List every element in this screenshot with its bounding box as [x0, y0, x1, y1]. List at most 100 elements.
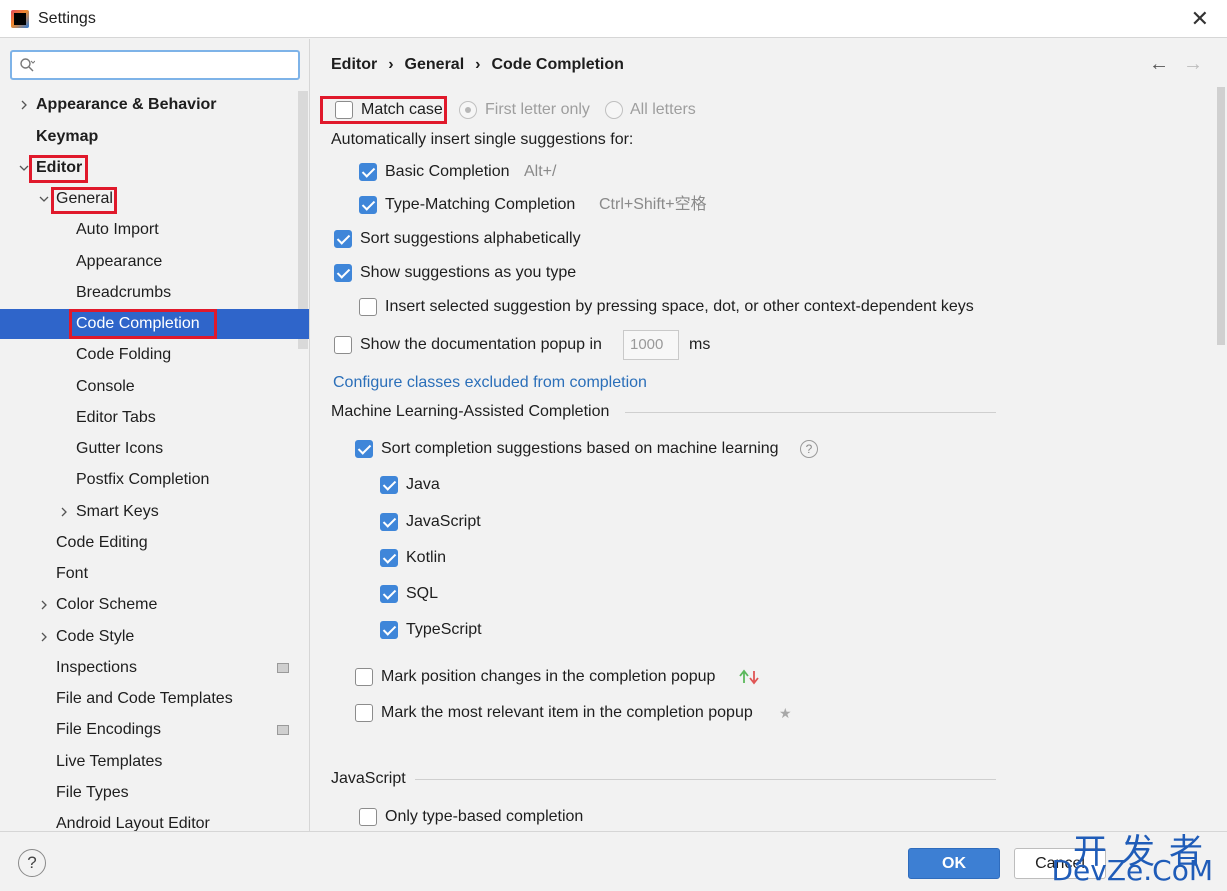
sidebar-item-label: Live Templates	[56, 753, 163, 770]
help-icon[interactable]: ?	[800, 440, 818, 458]
typescript-checkbox[interactable]	[380, 621, 398, 639]
ml-sort-row: Sort completion suggestions based on mac…	[355, 437, 955, 461]
java-checkbox[interactable]	[380, 476, 398, 494]
configure-excluded-link[interactable]: Configure classes excluded from completi…	[333, 371, 647, 395]
show-as-type-row: Show suggestions as you type	[334, 261, 734, 285]
sidebar-item-color-scheme[interactable]: Color Scheme	[0, 590, 296, 620]
lang-sql-row: SQL	[380, 582, 580, 606]
sidebar-item-file-encodings[interactable]: File Encodings	[0, 715, 296, 745]
only-type-based-checkbox[interactable]	[359, 808, 377, 826]
sidebar-item-label: Console	[76, 378, 135, 395]
only-type-based-label: Only type-based completion	[385, 808, 584, 825]
sidebar-item-label: File and Code Templates	[56, 690, 233, 707]
sidebar-item-label: File Types	[56, 784, 129, 801]
show-doc-row: Show the documentation popup in	[334, 333, 834, 357]
ml-sort-checkbox[interactable]	[355, 440, 373, 458]
show-as-type-checkbox[interactable]	[334, 264, 352, 282]
sidebar-item-code-editing[interactable]: Code Editing	[0, 528, 296, 558]
sidebar-item-label: Appearance & Behavior	[36, 96, 217, 113]
sidebar-item-label: Android Layout Editor	[56, 815, 210, 831]
chevron-right-icon	[21, 100, 27, 110]
basic-completion-checkbox[interactable]	[359, 163, 377, 181]
sidebar-item-code-style[interactable]: Code Style	[0, 622, 296, 652]
sidebar-item-label: Code Editing	[56, 534, 148, 551]
project-scope-icon	[277, 663, 289, 673]
mark-position-row: Mark position changes in the completion …	[355, 665, 955, 689]
sidebar-item-auto-import[interactable]: Auto Import	[0, 215, 296, 245]
section-divider	[415, 779, 996, 780]
sql-label: SQL	[406, 585, 439, 602]
sidebar-item-live-templates[interactable]: Live Templates	[0, 747, 296, 777]
sidebar-item-inspections[interactable]: Inspections	[0, 653, 296, 683]
sidebar-item-label: Breadcrumbs	[76, 284, 172, 301]
type-matching-checkbox[interactable]	[359, 196, 377, 214]
star-icon: ★	[779, 705, 792, 721]
sidebar-item-editor-tabs[interactable]: Editor Tabs	[0, 403, 296, 433]
sidebar-item-code-folding[interactable]: Code Folding	[0, 340, 296, 370]
lang-typescript-row: TypeScript	[380, 618, 580, 642]
kotlin-label: Kotlin	[406, 549, 447, 566]
back-arrow-icon[interactable]: ←	[1149, 53, 1169, 76]
sql-checkbox[interactable]	[380, 585, 398, 603]
ml-section-title: Machine Learning-Assisted Completion	[331, 403, 610, 420]
close-icon[interactable]: ✕	[1191, 6, 1209, 32]
type-matching-shortcut: Ctrl+Shift+空格	[599, 196, 707, 213]
sidebar-item-keymap[interactable]: Keymap	[0, 122, 296, 152]
highlight-box-editor	[29, 155, 88, 183]
sidebar-item-file-code-templates[interactable]: File and Code Templates	[0, 684, 296, 714]
mark-relevant-checkbox[interactable]	[355, 704, 373, 722]
content-scrollbar[interactable]	[1217, 87, 1225, 345]
insert-selected-label: Insert selected suggestion by pressing s…	[385, 298, 974, 315]
highlight-box-code-completion	[69, 309, 217, 339]
sidebar-item-appearance-behavior[interactable]: Appearance & Behavior	[0, 90, 296, 120]
sidebar-item-label: Gutter Icons	[76, 440, 164, 457]
sidebar-item-android-layout-editor[interactable]: Android Layout Editor	[0, 809, 296, 831]
sidebar-item-label: Editor Tabs	[76, 409, 156, 426]
title-bar: Settings ✕	[0, 0, 1227, 38]
sidebar-item-smart-keys[interactable]: Smart Keys	[0, 497, 296, 527]
breadcrumb-general[interactable]: General	[405, 56, 465, 73]
intellij-app-icon	[11, 10, 29, 28]
help-button[interactable]: ?	[18, 849, 46, 877]
mark-position-checkbox[interactable]	[355, 668, 373, 686]
sidebar-item-label: Postfix Completion	[76, 471, 210, 488]
chevron-right-icon	[41, 600, 47, 610]
insert-selected-checkbox[interactable]	[359, 298, 377, 316]
search-icon	[20, 58, 35, 72]
sort-alpha-checkbox[interactable]	[334, 230, 352, 248]
type-matching-row: Type-Matching Completion Ctrl+Shift+空格	[359, 193, 859, 217]
show-doc-checkbox[interactable]	[334, 336, 352, 354]
breadcrumb-editor[interactable]: Editor	[331, 56, 377, 73]
typescript-label: TypeScript	[406, 621, 482, 638]
all-letters-radio[interactable]	[605, 101, 623, 119]
sort-alpha-row: Sort suggestions alphabetically	[334, 227, 734, 251]
doc-popup-delay-input[interactable]: 1000	[623, 330, 679, 360]
breadcrumb: Editor › General › Code Completion	[331, 56, 624, 74]
kotlin-checkbox[interactable]	[380, 549, 398, 567]
only-type-based-row: Only type-based completion	[359, 805, 759, 829]
sidebar-item-label: Auto Import	[76, 221, 159, 238]
show-as-type-label: Show suggestions as you type	[360, 264, 577, 281]
sidebar-item-appearance[interactable]: Appearance	[0, 247, 296, 277]
sidebar-item-breadcrumbs[interactable]: Breadcrumbs	[0, 278, 296, 308]
sidebar-item-console[interactable]: Console	[0, 372, 296, 402]
sidebar-item-label: Code Style	[56, 628, 135, 645]
javascript-checkbox[interactable]	[380, 513, 398, 531]
sidebar-item-font[interactable]: Font	[0, 559, 296, 589]
chevron-down-icon	[39, 196, 49, 202]
basic-completion-label: Basic Completion	[385, 163, 510, 180]
sidebar-item-gutter-icons[interactable]: Gutter Icons	[0, 434, 296, 464]
sidebar-item-label: Font	[56, 565, 89, 582]
forward-arrow-icon[interactable]: →	[1183, 53, 1203, 76]
js-section-title: JavaScript	[331, 770, 406, 787]
search-input[interactable]	[10, 50, 300, 80]
settings-content: Editor › General › Code Completion ← → Match…	[311, 39, 1227, 831]
chevron-right-icon	[61, 507, 67, 517]
sidebar-item-file-types[interactable]: File Types	[0, 778, 296, 808]
first-letter-radio[interactable]	[459, 101, 477, 119]
sidebar-item-label: Smart Keys	[76, 503, 159, 520]
ok-button[interactable]: OK	[908, 848, 1000, 879]
sidebar-item-postfix-completion[interactable]: Postfix Completion	[0, 465, 296, 495]
sidebar-item-general[interactable]: General	[0, 184, 296, 214]
sidebar-item-label: Keymap	[36, 128, 99, 145]
